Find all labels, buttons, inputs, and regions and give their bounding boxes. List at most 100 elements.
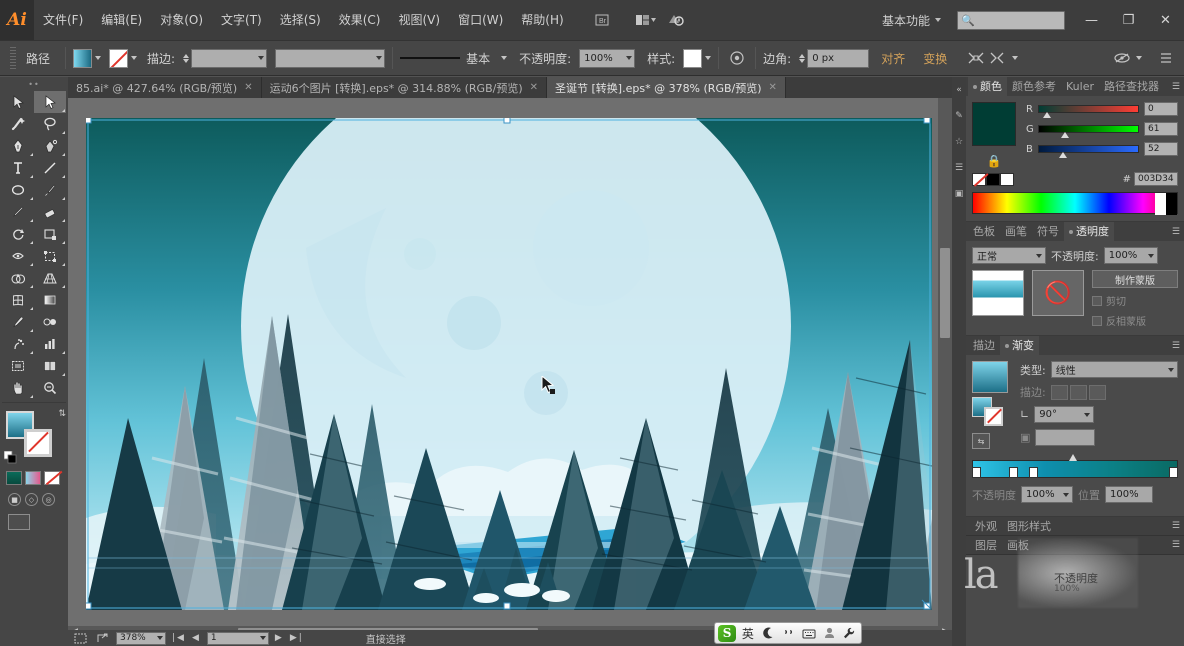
user-icon[interactable] (820, 624, 837, 642)
mesh-tool[interactable] (2, 289, 34, 311)
tool-flyout-indicator[interactable] (62, 131, 65, 134)
brush-rail-icon[interactable]: ✎ (952, 103, 966, 129)
screen-mode-icon[interactable] (8, 514, 30, 530)
panel-menu-icon[interactable]: ☰ (1172, 341, 1184, 351)
red-value-input[interactable]: 0 (1144, 102, 1178, 116)
moon-icon[interactable] (760, 624, 777, 642)
tool-flyout-indicator[interactable] (62, 241, 65, 244)
stroke-gradient-within-icon[interactable] (1050, 384, 1068, 400)
bridge-icon[interactable]: Br (590, 10, 614, 30)
reverse-gradient-icon[interactable]: ⇆ (972, 433, 990, 449)
tool-flyout-indicator[interactable] (30, 351, 33, 354)
swap-fill-stroke-icon[interactable]: ⇅ (58, 409, 66, 419)
tab-artboards[interactable]: 画板 (1002, 536, 1034, 555)
color-mode-gradient[interactable] (25, 471, 41, 485)
black-swatch-icon[interactable] (986, 172, 1000, 186)
symbols-rail-icon[interactable]: ☆ (952, 129, 966, 155)
canvas-vertical-scrollbar[interactable] (938, 98, 952, 626)
tab-swatches[interactable]: 色板 (968, 222, 1000, 241)
tool-flyout-indicator[interactable] (62, 373, 65, 376)
transform-rail-icon[interactable]: ▣ (952, 181, 966, 207)
zoom-tool[interactable] (34, 377, 66, 399)
tab-kuler[interactable]: Kuler (1061, 77, 1099, 96)
scrollbar-thumb[interactable] (940, 248, 950, 338)
hidden-characters-icon[interactable] (1111, 48, 1133, 68)
tab-graphic-styles[interactable]: 图形样式 (1002, 517, 1056, 536)
panel-menu-icon[interactable] (1156, 48, 1178, 68)
curvature-tool[interactable] (34, 135, 66, 157)
lock-icon[interactable]: 🔒 (972, 154, 1016, 168)
symbol-sprayer-tool[interactable] (2, 333, 34, 355)
nav-prev-button[interactable]: ◀ (192, 633, 201, 643)
menu-view[interactable]: 视图(V) (389, 0, 449, 40)
close-icon[interactable]: ✕ (769, 82, 777, 93)
tab-symbols[interactable]: 符号 (1032, 222, 1064, 241)
slider-knob[interactable] (1043, 112, 1051, 118)
corner-input[interactable]: 0 px (807, 48, 870, 68)
panel-collapse-icon[interactable]: « (952, 77, 966, 103)
fill-color-control[interactable] (73, 48, 102, 68)
type-tool[interactable] (2, 157, 34, 179)
appearance-panel-header[interactable]: 外观 图形样式 ☰ (966, 517, 1184, 536)
perspective-grid-tool[interactable] (34, 267, 66, 289)
artboard-number-input[interactable]: 1 (206, 631, 269, 645)
width-tool[interactable] (2, 245, 34, 267)
object-thumbnail[interactable] (972, 270, 1024, 316)
nav-first-button[interactable]: |◀ (172, 633, 186, 643)
artboard[interactable] (86, 118, 932, 610)
doc-tab-2[interactable]: 圣诞节 [转换].eps* @ 378% (RGB/预览) ✕ (547, 77, 786, 98)
red-slider[interactable] (1038, 105, 1139, 118)
green-value-input[interactable]: 61 (1144, 122, 1178, 136)
fill-swatch-icon[interactable] (73, 48, 93, 68)
panel-menu-icon[interactable]: ☰ (1172, 540, 1184, 550)
canvas-area[interactable] (68, 98, 952, 626)
doc-tab-1[interactable]: 运动6个图片 [转换].eps* @ 314.88% (RGB/预览) ✕ (261, 77, 548, 98)
tab-layers[interactable]: 图层 (970, 536, 1002, 555)
lasso-tool[interactable] (34, 113, 66, 135)
menu-edit[interactable]: 编辑(E) (92, 0, 151, 40)
blend-mode-select[interactable]: 正常 (972, 247, 1046, 264)
tools-panel-grip[interactable]: •• (0, 77, 68, 91)
tab-transparency[interactable]: 透明度 (1064, 222, 1114, 241)
eyedropper-tool[interactable] (2, 311, 34, 333)
ime-language-mode[interactable]: 英 (739, 624, 756, 642)
slider-knob[interactable] (1061, 132, 1069, 138)
tool-flyout-indicator[interactable] (62, 109, 65, 112)
doc-tab-0[interactable]: 85.ai* @ 427.64% (RGB/预览) ✕ (68, 77, 262, 98)
quote-icon[interactable] (780, 624, 797, 642)
stroke-weight-input[interactable] (191, 48, 268, 68)
gradient-location-input[interactable]: 100% (1105, 486, 1153, 503)
tab-pathfinder[interactable]: 路径查找器 (1099, 77, 1164, 96)
tab-brushes[interactable]: 画笔 (1000, 222, 1032, 241)
corner-stepper[interactable] (799, 53, 806, 63)
control-bar-grip[interactable] (10, 47, 16, 69)
pen-tool[interactable] (2, 135, 34, 157)
tab-color-guide[interactable]: 颜色参考 (1007, 77, 1061, 96)
tool-flyout-indicator[interactable] (62, 219, 65, 222)
style-swatch-icon[interactable] (683, 48, 703, 68)
gradient-midpoint-handle[interactable] (1069, 454, 1077, 461)
scale-tool[interactable] (34, 223, 66, 245)
layers-panel-header[interactable]: 图层 画板 ☰ (966, 536, 1184, 555)
tool-flyout-indicator[interactable] (62, 263, 65, 266)
selection-tool[interactable] (2, 91, 34, 113)
none-swatch-icon[interactable] (972, 172, 986, 186)
make-mask-icon[interactable] (965, 48, 987, 68)
hand-tool[interactable] (2, 377, 34, 399)
free-transform-tool[interactable] (34, 245, 66, 267)
share-icon[interactable] (94, 632, 110, 645)
menu-window[interactable]: 窗口(W) (449, 0, 512, 40)
gradient-stop-middle-2[interactable] (1029, 467, 1038, 478)
adobe-stock-icon[interactable] (664, 10, 688, 30)
tool-flyout-indicator[interactable] (62, 153, 65, 156)
artboard-navigation-icon[interactable] (72, 632, 88, 645)
line-segment-tool[interactable] (34, 157, 66, 179)
gradient-angle-input[interactable]: 90° (1034, 406, 1095, 423)
menu-type[interactable]: 文字(T) (212, 0, 271, 40)
menu-select[interactable]: 选择(S) (271, 0, 330, 40)
direct-selection-tool[interactable] (34, 91, 66, 113)
menu-help[interactable]: 帮助(H) (512, 0, 572, 40)
menu-effect[interactable]: 效果(C) (330, 0, 390, 40)
transparency-opacity-input[interactable]: 100% (1103, 247, 1158, 264)
draw-inside-icon[interactable]: ◎ (42, 493, 55, 506)
